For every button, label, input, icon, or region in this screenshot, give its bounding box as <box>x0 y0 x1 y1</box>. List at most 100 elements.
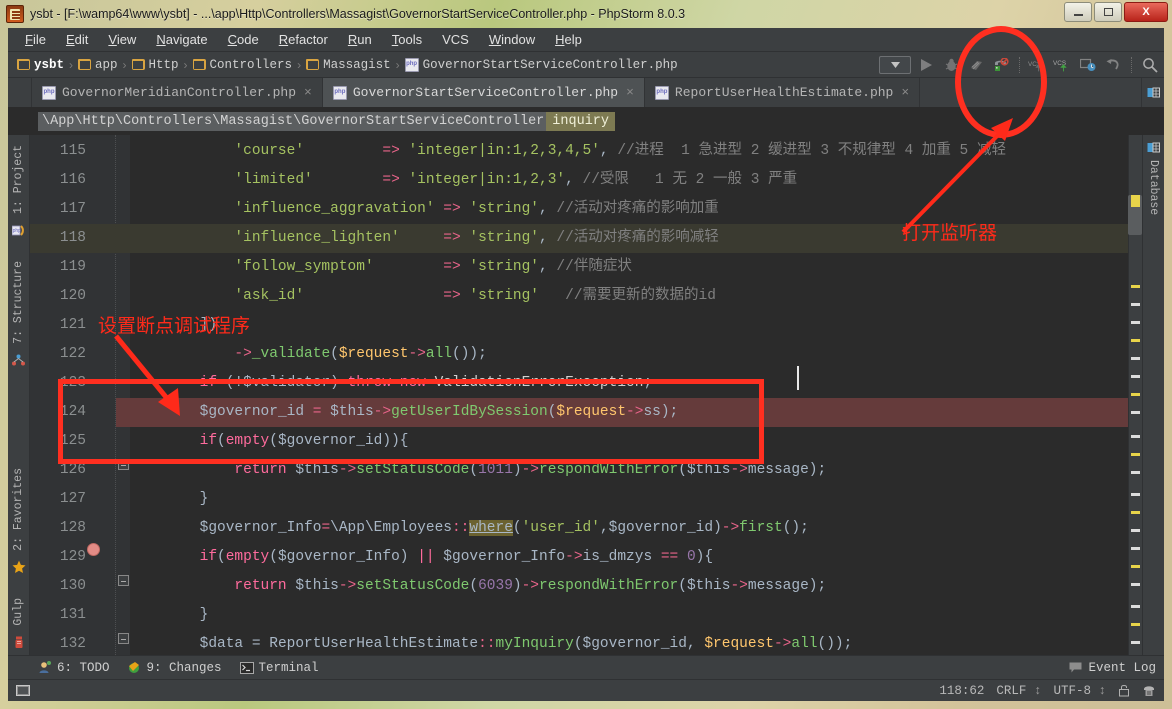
code-line[interactable]: 119 'follow_symptom' => 'string', //伴随症状 <box>30 253 1142 282</box>
scrollbar-marker[interactable] <box>1131 375 1140 378</box>
scrollbar-marker[interactable] <box>1131 641 1140 644</box>
rollback-button[interactable] <box>1103 55 1123 75</box>
breadcrumb-item-massagist[interactable]: Massagist <box>303 58 394 72</box>
code-line[interactable]: 117 'influence_aggravation' => 'string',… <box>30 195 1142 224</box>
scrollbar-marker[interactable] <box>1131 393 1140 396</box>
breadcrumb-item-controllers[interactable]: Controllers <box>190 58 296 72</box>
scrollbar-marker[interactable] <box>1131 357 1140 360</box>
scrollbar-marker[interactable] <box>1131 321 1140 324</box>
vcs-update-button[interactable]: VCS <box>1028 55 1048 75</box>
line-separator[interactable]: CRLF ↕ <box>996 684 1041 698</box>
menu-help[interactable]: Help <box>546 30 591 49</box>
vcs-commit-button[interactable]: VCS <box>1053 55 1073 75</box>
tool-window-changes[interactable]: 9: Changes <box>128 661 222 675</box>
scrollbar-marker[interactable] <box>1131 411 1140 414</box>
code-line[interactable]: 128 $governor_Info=\App\Employees::where… <box>30 514 1142 543</box>
code-line[interactable]: 131 } <box>30 601 1142 630</box>
code-editor[interactable]: 115 'course' => 'integer|in:1,2,3,4,5', … <box>30 135 1142 655</box>
editor-tab-governormeridiancontroller[interactable]: GovernorMeridianController.php × <box>32 78 323 107</box>
close-icon[interactable]: × <box>304 85 312 100</box>
caret-position[interactable]: 118:62 <box>939 684 984 698</box>
search-everywhere-button[interactable] <box>1140 55 1160 75</box>
sidebar-item-project[interactable]: 1: Project <box>10 139 27 220</box>
tool-window-terminal[interactable]: Terminal <box>239 661 319 675</box>
tool-window-todo[interactable]: 6: TODO <box>38 661 110 675</box>
menu-code[interactable]: Code <box>219 30 268 49</box>
fold-marker[interactable] <box>118 575 129 586</box>
close-icon[interactable]: × <box>901 85 909 100</box>
debug-button[interactable] <box>941 55 961 75</box>
fold-marker[interactable] <box>118 459 129 470</box>
menu-file[interactable]: File <box>16 30 55 49</box>
close-button[interactable]: X <box>1124 2 1168 22</box>
editor-marker-scrollbar[interactable] <box>1128 135 1142 655</box>
breadcrumb-item-http[interactable]: Http <box>129 58 182 72</box>
code-line[interactable]: 124 $governor_id = $this->getUserIdBySes… <box>30 398 1142 427</box>
scrollbar-marker[interactable] <box>1131 547 1140 550</box>
scrollbar-marker[interactable] <box>1131 303 1140 306</box>
code-line[interactable]: 129 if(empty($governor_Info) || $governo… <box>30 543 1142 572</box>
breakpoint-marker[interactable] <box>87 543 100 556</box>
database-tab-icon-top[interactable] <box>1142 78 1164 107</box>
scrollbar-marker[interactable] <box>1131 529 1140 532</box>
scrollbar-marker[interactable] <box>1131 511 1140 514</box>
scrollbar-marker[interactable] <box>1131 285 1140 288</box>
run-button[interactable] <box>916 55 936 75</box>
scrollbar-marker[interactable] <box>1131 453 1140 456</box>
run-configuration-combo[interactable] <box>879 56 911 74</box>
scrollbar-marker[interactable] <box>1131 195 1140 207</box>
scrollbar-marker[interactable] <box>1131 605 1140 608</box>
code-line[interactable]: 123 if (!$validator) throw new Validatio… <box>30 369 1142 398</box>
breadcrumb-item-app[interactable]: app <box>75 58 121 72</box>
scrollbar-marker[interactable] <box>1131 623 1140 626</box>
coverage-button[interactable] <box>966 55 986 75</box>
code-line[interactable]: 118 'influence_lighten' => 'string', //活… <box>30 224 1142 253</box>
sidebar-item-database[interactable]: Database <box>1145 154 1162 221</box>
vcs-history-button[interactable] <box>1078 55 1098 75</box>
minimize-button[interactable] <box>1064 2 1092 22</box>
sidebar-item-structure[interactable]: 7: Structure <box>10 255 27 350</box>
menu-run[interactable]: Run <box>339 30 381 49</box>
scrollbar-marker[interactable] <box>1131 435 1140 438</box>
menu-vcs[interactable]: VCS <box>433 30 478 49</box>
navpath-class[interactable]: \App\Http\Controllers\Massagist\Governor… <box>38 112 547 131</box>
code-line[interactable]: 132 $data = ReportUserHealthEstimate::my… <box>30 630 1142 655</box>
sidebar-item-gulp[interactable]: Gulp <box>10 592 27 632</box>
scrollbar-marker[interactable] <box>1131 493 1140 496</box>
scrollbar-marker[interactable] <box>1131 565 1140 568</box>
file-encoding[interactable]: UTF-8 ↕ <box>1053 684 1106 698</box>
code-line[interactable]: 125 if(empty($governor_id)){ <box>30 427 1142 456</box>
navpath-member[interactable]: inquiry <box>546 112 616 131</box>
code-line[interactable]: 130 return $this->setStatusCode(6039)->r… <box>30 572 1142 601</box>
code-line[interactable]: 116 'limited' => 'integer|in:1,2,3', //受… <box>30 166 1142 195</box>
sidebar-item-label: 7: Structure <box>12 261 25 344</box>
code-line[interactable]: 121 ]) <box>30 311 1142 340</box>
toggle-toolbar-icon[interactable] <box>16 684 30 697</box>
hector-icon[interactable] <box>1142 684 1156 698</box>
breadcrumb-item-file[interactable]: GovernorStartServiceController.php <box>402 57 681 72</box>
close-icon[interactable]: × <box>626 85 634 100</box>
maximize-button[interactable] <box>1094 2 1122 22</box>
scrollbar-marker[interactable] <box>1131 471 1140 474</box>
breadcrumb-item-ysbt[interactable]: ysbt <box>14 58 67 72</box>
editor-tab-governorstartservicecontroller[interactable]: GovernorStartServiceController.php × <box>322 78 645 107</box>
code-line[interactable]: 126 return $this->setStatusCode(1011)->r… <box>30 456 1142 485</box>
code-line[interactable]: 127 } <box>30 485 1142 514</box>
menu-window[interactable]: Window <box>480 30 544 49</box>
menu-edit[interactable]: Edit <box>57 30 97 49</box>
scrollbar-marker[interactable] <box>1131 583 1140 586</box>
lock-icon[interactable] <box>1118 684 1130 697</box>
menu-refactor[interactable]: Refactor <box>270 30 337 49</box>
event-log-area[interactable]: Event Log <box>1069 661 1164 675</box>
editor-tab-reportuserhealthestimate[interactable]: ReportUserHealthEstimate.php × <box>644 78 921 107</box>
fold-marker[interactable] <box>118 633 129 644</box>
scrollbar-marker[interactable] <box>1131 339 1140 342</box>
code-line[interactable]: 120 'ask_id' => 'string' //需要更新的数据的id <box>30 282 1142 311</box>
code-line[interactable]: 115 'course' => 'integer|in:1,2,3,4,5', … <box>30 137 1142 166</box>
menu-tools[interactable]: Tools <box>383 30 431 49</box>
sidebar-item-favorites[interactable]: 2: Favorites <box>10 462 27 557</box>
code-line[interactable]: 122 ->_validate($request->all()); <box>30 340 1142 369</box>
listen-debug-connections-button[interactable] <box>991 55 1011 75</box>
menu-navigate[interactable]: Navigate <box>147 30 216 49</box>
menu-view[interactable]: View <box>99 30 145 49</box>
